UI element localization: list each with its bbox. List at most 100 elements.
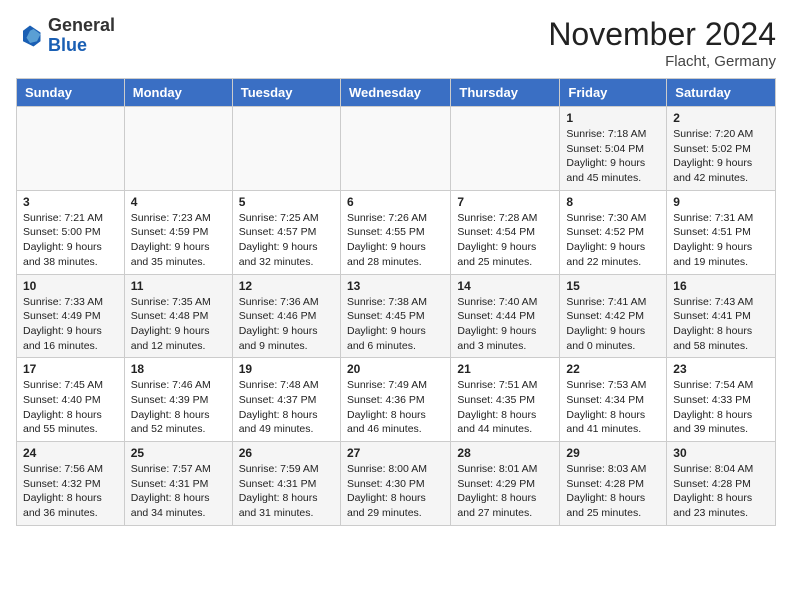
- day-info: Sunrise: 7:33 AM Sunset: 4:49 PM Dayligh…: [23, 295, 118, 354]
- day-number: 3: [23, 195, 118, 209]
- calendar-cell: 20 Sunrise: 7:49 AM Sunset: 4:36 PM Dayli…: [340, 358, 450, 442]
- day-info: Sunrise: 7:40 AM Sunset: 4:44 PM Dayligh…: [457, 295, 553, 354]
- day-number: 7: [457, 195, 553, 209]
- day-number: 10: [23, 279, 118, 293]
- day-number: 13: [347, 279, 444, 293]
- day-number: 1: [566, 111, 660, 125]
- calendar-cell: 24 Sunrise: 7:56 AM Sunset: 4:32 PM Dayli…: [17, 442, 125, 526]
- calendar-cell: 19 Sunrise: 7:48 AM Sunset: 4:37 PM Dayli…: [232, 358, 340, 442]
- calendar-cell: 30 Sunrise: 8:04 AM Sunset: 4:28 PM Dayli…: [667, 442, 776, 526]
- calendar-cell: 8 Sunrise: 7:30 AM Sunset: 4:52 PM Daylig…: [560, 190, 667, 274]
- day-info: Sunrise: 7:31 AM Sunset: 4:51 PM Dayligh…: [673, 211, 769, 270]
- calendar-cell: 18 Sunrise: 7:46 AM Sunset: 4:39 PM Dayli…: [124, 358, 232, 442]
- day-number: 29: [566, 446, 660, 460]
- location: Flacht, Germany: [548, 53, 776, 70]
- day-number: 19: [239, 362, 334, 376]
- calendar-cell: 1 Sunrise: 7:18 AM Sunset: 5:04 PM Daylig…: [560, 107, 667, 191]
- day-info: Sunrise: 8:03 AM Sunset: 4:28 PM Dayligh…: [566, 462, 660, 521]
- day-number: 30: [673, 446, 769, 460]
- weekday-header: Sunday: [17, 79, 125, 107]
- calendar-cell: 9 Sunrise: 7:31 AM Sunset: 4:51 PM Daylig…: [667, 190, 776, 274]
- day-number: 8: [566, 195, 660, 209]
- day-number: 4: [131, 195, 226, 209]
- day-info: Sunrise: 7:21 AM Sunset: 5:00 PM Dayligh…: [23, 211, 118, 270]
- month-title: November 2024: [548, 16, 776, 53]
- calendar-cell: 27 Sunrise: 8:00 AM Sunset: 4:30 PM Dayli…: [340, 442, 450, 526]
- weekday-header: Tuesday: [232, 79, 340, 107]
- calendar-cell: 21 Sunrise: 7:51 AM Sunset: 4:35 PM Dayli…: [451, 358, 560, 442]
- day-info: Sunrise: 7:53 AM Sunset: 4:34 PM Dayligh…: [566, 378, 660, 437]
- calendar-cell: 4 Sunrise: 7:23 AM Sunset: 4:59 PM Daylig…: [124, 190, 232, 274]
- title-block: November 2024 Flacht, Germany: [548, 16, 776, 70]
- calendar-cell: 29 Sunrise: 8:03 AM Sunset: 4:28 PM Dayli…: [560, 442, 667, 526]
- day-info: Sunrise: 7:23 AM Sunset: 4:59 PM Dayligh…: [131, 211, 226, 270]
- day-number: 27: [347, 446, 444, 460]
- day-number: 17: [23, 362, 118, 376]
- day-info: Sunrise: 7:56 AM Sunset: 4:32 PM Dayligh…: [23, 462, 118, 521]
- logo-general: General: [48, 15, 115, 35]
- day-number: 23: [673, 362, 769, 376]
- day-info: Sunrise: 7:18 AM Sunset: 5:04 PM Dayligh…: [566, 127, 660, 186]
- calendar-week-row: 17 Sunrise: 7:45 AM Sunset: 4:40 PM Dayli…: [17, 358, 776, 442]
- day-number: 11: [131, 279, 226, 293]
- day-info: Sunrise: 7:30 AM Sunset: 4:52 PM Dayligh…: [566, 211, 660, 270]
- day-info: Sunrise: 7:57 AM Sunset: 4:31 PM Dayligh…: [131, 462, 226, 521]
- logo-blue: Blue: [48, 35, 87, 55]
- day-number: 9: [673, 195, 769, 209]
- page-header: General Blue November 2024 Flacht, Germa…: [16, 16, 776, 70]
- calendar-table: SundayMondayTuesdayWednesdayThursdayFrid…: [16, 78, 776, 526]
- calendar-cell: 16 Sunrise: 7:43 AM Sunset: 4:41 PM Dayli…: [667, 274, 776, 358]
- day-number: 24: [23, 446, 118, 460]
- day-info: Sunrise: 7:41 AM Sunset: 4:42 PM Dayligh…: [566, 295, 660, 354]
- day-info: Sunrise: 7:25 AM Sunset: 4:57 PM Dayligh…: [239, 211, 334, 270]
- day-number: 16: [673, 279, 769, 293]
- calendar-cell: 25 Sunrise: 7:57 AM Sunset: 4:31 PM Dayli…: [124, 442, 232, 526]
- calendar-cell: 2Sunrise: 7:20 AM Sunset: 5:02 PM Daylig…: [667, 107, 776, 191]
- day-number: 21: [457, 362, 553, 376]
- day-info: Sunrise: 7:43 AM Sunset: 4:41 PM Dayligh…: [673, 295, 769, 354]
- calendar-cell: 17 Sunrise: 7:45 AM Sunset: 4:40 PM Dayli…: [17, 358, 125, 442]
- day-info: Sunrise: 7:46 AM Sunset: 4:39 PM Dayligh…: [131, 378, 226, 437]
- day-number: 20: [347, 362, 444, 376]
- calendar-cell: 14Sunrise: 7:40 AM Sunset: 4:44 PM Dayli…: [451, 274, 560, 358]
- day-info: Sunrise: 7:38 AM Sunset: 4:45 PM Dayligh…: [347, 295, 444, 354]
- day-info: Sunrise: 7:35 AM Sunset: 4:48 PM Dayligh…: [131, 295, 226, 354]
- weekday-header-row: SundayMondayTuesdayWednesdayThursdayFrid…: [17, 79, 776, 107]
- day-info: Sunrise: 7:49 AM Sunset: 4:36 PM Dayligh…: [347, 378, 444, 437]
- day-info: Sunrise: 7:36 AM Sunset: 4:46 PM Dayligh…: [239, 295, 334, 354]
- day-info: Sunrise: 7:51 AM Sunset: 4:35 PM Dayligh…: [457, 378, 553, 437]
- day-info: Sunrise: 7:59 AM Sunset: 4:31 PM Dayligh…: [239, 462, 334, 521]
- calendar-cell: [340, 107, 450, 191]
- logo: General Blue: [16, 16, 115, 56]
- day-info: Sunrise: 7:45 AM Sunset: 4:40 PM Dayligh…: [23, 378, 118, 437]
- calendar-cell: 11 Sunrise: 7:35 AM Sunset: 4:48 PM Dayli…: [124, 274, 232, 358]
- calendar-cell: 23 Sunrise: 7:54 AM Sunset: 4:33 PM Dayli…: [667, 358, 776, 442]
- weekday-header: Saturday: [667, 79, 776, 107]
- calendar-week-row: 10 Sunrise: 7:33 AM Sunset: 4:49 PM Dayli…: [17, 274, 776, 358]
- calendar-cell: [232, 107, 340, 191]
- day-number: 25: [131, 446, 226, 460]
- day-info: Sunrise: 8:01 AM Sunset: 4:29 PM Dayligh…: [457, 462, 553, 521]
- day-info: Sunrise: 7:54 AM Sunset: 4:33 PM Dayligh…: [673, 378, 769, 437]
- calendar-cell: 26Sunrise: 7:59 AM Sunset: 4:31 PM Dayli…: [232, 442, 340, 526]
- calendar-cell: [451, 107, 560, 191]
- day-number: 18: [131, 362, 226, 376]
- calendar-cell: [17, 107, 125, 191]
- calendar-cell: 3 Sunrise: 7:21 AM Sunset: 5:00 PM Daylig…: [17, 190, 125, 274]
- weekday-header: Monday: [124, 79, 232, 107]
- weekday-header: Thursday: [451, 79, 560, 107]
- calendar-cell: 12Sunrise: 7:36 AM Sunset: 4:46 PM Dayli…: [232, 274, 340, 358]
- calendar-cell: 15Sunrise: 7:41 AM Sunset: 4:42 PM Dayli…: [560, 274, 667, 358]
- day-info: Sunrise: 7:48 AM Sunset: 4:37 PM Dayligh…: [239, 378, 334, 437]
- day-number: 6: [347, 195, 444, 209]
- calendar-cell: 7Sunrise: 7:28 AM Sunset: 4:54 PM Daylig…: [451, 190, 560, 274]
- calendar-cell: [124, 107, 232, 191]
- day-info: Sunrise: 8:00 AM Sunset: 4:30 PM Dayligh…: [347, 462, 444, 521]
- calendar-week-row: 1 Sunrise: 7:18 AM Sunset: 5:04 PM Daylig…: [17, 107, 776, 191]
- logo-icon: [16, 22, 44, 50]
- day-number: 28: [457, 446, 553, 460]
- calendar-week-row: 3 Sunrise: 7:21 AM Sunset: 5:00 PM Daylig…: [17, 190, 776, 274]
- day-info: Sunrise: 8:04 AM Sunset: 4:28 PM Dayligh…: [673, 462, 769, 521]
- weekday-header: Friday: [560, 79, 667, 107]
- day-number: 22: [566, 362, 660, 376]
